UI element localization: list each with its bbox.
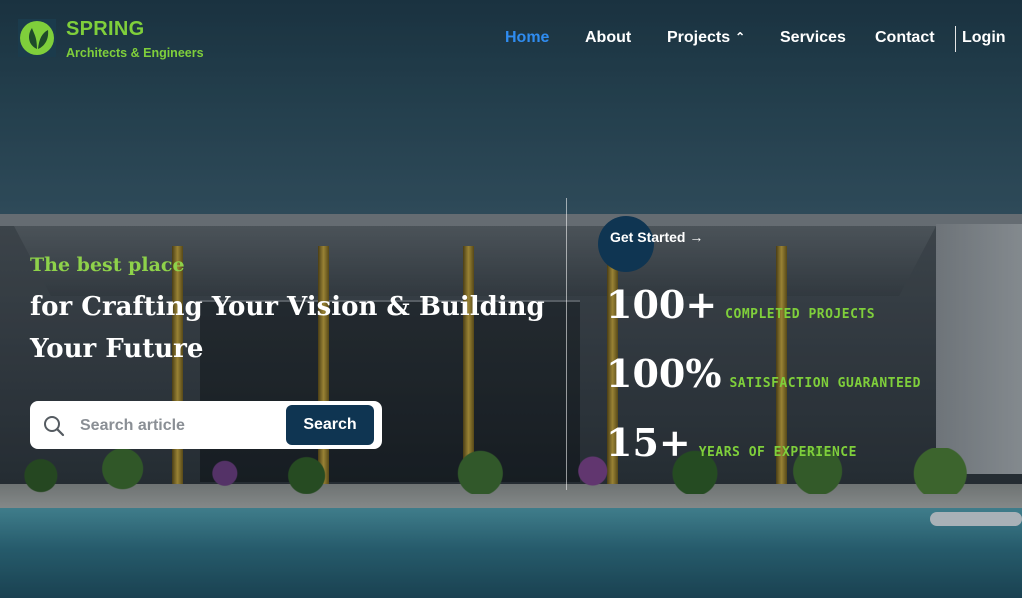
stat-years-experience: 15+ YEARS OF EXPERIENCE [606, 420, 857, 465]
login-link[interactable]: Login [962, 29, 1006, 47]
stat-label: COMPLETED PROJECTS [725, 307, 876, 322]
hero-tagline: The best place [30, 254, 185, 276]
top-navbar: SPRING Architects & Engineers Home About… [0, 0, 1022, 78]
get-started-button[interactable]: Get Started → [598, 216, 758, 272]
stat-number: 100% [606, 351, 722, 396]
hero-headline: for Crafting Your Vision & Building Your… [30, 292, 545, 364]
stat-number: 100+ [606, 282, 718, 327]
leaf-logo-icon[interactable] [18, 19, 56, 57]
stat-label: SATISFACTION GUARANTEED [729, 376, 921, 391]
nav-divider [955, 26, 956, 52]
nav-item-about[interactable]: About [585, 29, 631, 47]
stat-completed-projects: 100+ COMPLETED PROJECTS [606, 282, 875, 327]
chevron-up-icon: ⌃ [735, 30, 746, 44]
stat-number: 15+ [606, 420, 691, 465]
nav-item-contact[interactable]: Contact [875, 29, 935, 47]
search-input[interactable] [78, 411, 302, 441]
search-button[interactable]: Search [286, 405, 374, 445]
stat-label: YEARS OF EXPERIENCE [698, 445, 857, 460]
nav-item-home[interactable]: Home [505, 29, 549, 47]
brand-tagline: Architects & Engineers [66, 46, 204, 60]
nav-item-services[interactable]: Services [780, 29, 846, 47]
search-bar: Search [30, 401, 382, 449]
vertical-divider [566, 198, 567, 490]
brand-name[interactable]: SPRING [66, 18, 144, 41]
search-icon [44, 416, 65, 437]
nav-item-projects-label: Projects [667, 29, 731, 46]
nav-item-projects[interactable]: Projects ⌃ [667, 29, 745, 47]
get-started-label: Get Started → [610, 229, 704, 245]
stat-satisfaction: 100% SATISFACTION GUARANTEED [606, 351, 921, 396]
